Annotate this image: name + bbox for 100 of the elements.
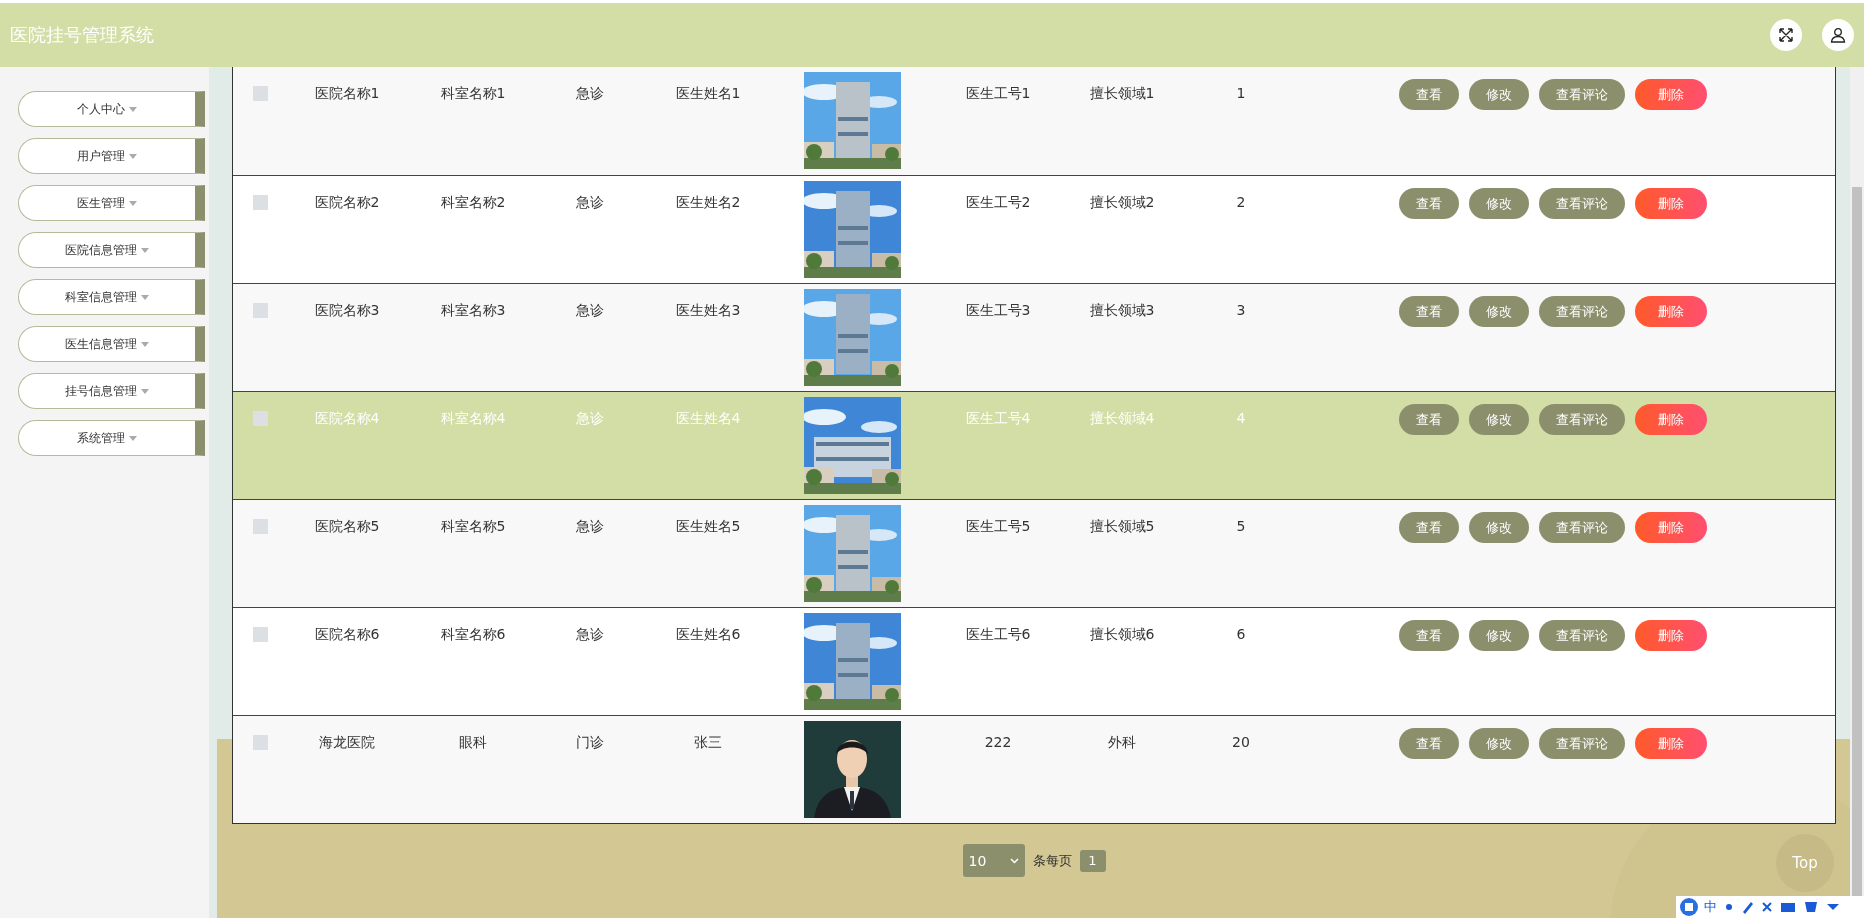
caret-icon: [129, 106, 137, 112]
table-cell: 222: [984, 734, 1012, 750]
delete-button[interactable]: 删除: [1635, 188, 1707, 219]
table-cell: 急诊: [576, 410, 604, 426]
table-cell: 医生工号6: [965, 626, 1031, 642]
action-button[interactable]: 查看: [1399, 728, 1459, 759]
menu-item[interactable]: 科室信息管理: [18, 279, 205, 315]
action-button[interactable]: 查看评论: [1539, 404, 1625, 435]
table-cell: 擅长领域4: [1089, 410, 1155, 426]
row-checkbox[interactable]: [253, 195, 268, 210]
table-cell: 医生工号1: [965, 85, 1031, 101]
user-button[interactable]: [1822, 19, 1854, 51]
delete-button[interactable]: 删除: [1635, 620, 1707, 651]
menu-item[interactable]: 挂号信息管理: [18, 373, 205, 409]
user-icon: [1830, 27, 1846, 43]
menu-item[interactable]: 医院信息管理: [18, 232, 205, 268]
delete-button[interactable]: 删除: [1635, 79, 1707, 110]
table-cell: 3: [1236, 302, 1246, 318]
table-cell: 科室名称2: [440, 194, 506, 210]
table-cell: 医生姓名2: [675, 194, 741, 210]
table-cell: 医生姓名3: [675, 302, 741, 318]
ime-mode[interactable]: 中: [1704, 898, 1717, 916]
scrollbar[interactable]: [1850, 67, 1864, 896]
row-checkbox[interactable]: [253, 735, 268, 750]
action-button[interactable]: 修改: [1469, 512, 1529, 543]
table-row[interactable]: 医院名称5 科室名称5 急诊 医生姓名5 医生工号5 擅长领域5 5 查看 修改 查看评论 删除: [233, 499, 1835, 607]
menu-item[interactable]: 医生管理: [18, 185, 205, 221]
action-button[interactable]: 查看评论: [1539, 79, 1625, 110]
delete-button[interactable]: 删除: [1635, 404, 1707, 435]
page-number[interactable]: 1: [1079, 849, 1106, 872]
table-cell: 门诊: [576, 734, 604, 750]
table-cell: 海龙医院: [319, 734, 375, 750]
table-cell: 科室名称6: [440, 626, 506, 642]
table-row[interactable]: 医院名称1 科室名称1 急诊 医生姓名1 医生工号1 擅长领域1 1 查看 修改 查看评论 删除: [233, 67, 1835, 175]
action-button[interactable]: 查看评论: [1539, 620, 1625, 651]
table-cell: 擅长领域6: [1089, 626, 1155, 642]
action-button[interactable]: 修改: [1469, 620, 1529, 651]
action-button[interactable]: 查看: [1399, 79, 1459, 110]
table-cell: 医生姓名6: [675, 626, 741, 642]
action-button[interactable]: 查看评论: [1539, 512, 1625, 543]
table-cell: 急诊: [576, 85, 604, 101]
table-cell: 擅长领域5: [1089, 518, 1155, 534]
table-cell: 6: [1236, 626, 1246, 642]
table-cell: 医院名称3: [314, 302, 380, 318]
table-cell: 科室名称3: [440, 302, 506, 318]
action-button[interactable]: 查看评论: [1539, 296, 1625, 327]
action-button[interactable]: 查看评论: [1539, 188, 1625, 219]
table-cell: 医院名称4: [314, 410, 380, 426]
table-row[interactable]: 医院名称3 科室名称3 急诊 医生姓名3 医生工号3 擅长领域3 3 查看 修改 查看评论 删除: [233, 283, 1835, 391]
row-checkbox[interactable]: [253, 411, 268, 426]
table-cell: 医生姓名5: [675, 518, 741, 534]
action-button[interactable]: 修改: [1469, 188, 1529, 219]
page-size-label: 条每页: [1032, 851, 1072, 870]
action-button[interactable]: 查看: [1399, 620, 1459, 651]
action-button[interactable]: 修改: [1469, 296, 1529, 327]
table-cell: 擅长领域3: [1089, 302, 1155, 318]
table-row[interactable]: 海龙医院 眼科 门诊 张三 222 外科 20 查看 修改 查看评论 删除: [233, 715, 1835, 823]
table-row[interactable]: 医院名称2 科室名称2 急诊 医生姓名2 医生工号2 擅长领域2 2 查看 修改 查看评论 删除: [233, 175, 1835, 283]
delete-button[interactable]: 删除: [1635, 728, 1707, 759]
table-cell: 外科: [1108, 734, 1136, 750]
row-checkbox[interactable]: [253, 303, 268, 318]
table-cell: 医生工号3: [965, 302, 1031, 318]
table-cell: 科室名称4: [440, 410, 506, 426]
table-cell: 2: [1236, 194, 1246, 210]
action-button[interactable]: 查看: [1399, 404, 1459, 435]
action-button[interactable]: 查看: [1399, 512, 1459, 543]
table-cell: 医生工号2: [965, 194, 1031, 210]
chevron-icon: [1009, 857, 1019, 864]
action-button[interactable]: 修改: [1469, 79, 1529, 110]
action-button[interactable]: 查看评论: [1539, 728, 1625, 759]
table-cell: 医院名称1: [314, 85, 380, 101]
table-row[interactable]: 医院名称4 科室名称4 急诊 医生姓名4 医生工号4 擅长领域4 4 查看 修改 查看评论 删除: [233, 391, 1835, 499]
action-button[interactable]: 修改: [1469, 404, 1529, 435]
menu-item[interactable]: 用户管理: [18, 138, 205, 174]
row-checkbox[interactable]: [253, 627, 268, 642]
table-cell: 医院名称5: [314, 518, 380, 534]
row-checkbox[interactable]: [253, 86, 268, 101]
delete-button[interactable]: 删除: [1635, 512, 1707, 543]
table-cell: 1: [1236, 85, 1246, 101]
row-checkbox[interactable]: [253, 519, 268, 534]
action-button[interactable]: 修改: [1469, 728, 1529, 759]
table-cell: 医生工号4: [965, 410, 1031, 426]
menu-item[interactable]: 个人中心: [18, 91, 205, 127]
menu-item[interactable]: 系统管理: [18, 420, 205, 456]
table-cell: 医生姓名1: [675, 85, 741, 101]
table-row[interactable]: 医院名称6 科室名称6 急诊 医生姓名6 医生工号6 擅长领域6 6 查看 修改 查看评论 删除: [233, 607, 1835, 715]
table-cell: 5: [1236, 518, 1246, 534]
table-cell: 医生姓名4: [675, 410, 741, 426]
table-cell: 医院名称6: [314, 626, 380, 642]
menu-item[interactable]: 医生信息管理: [18, 326, 205, 362]
table-cell: 科室名称5: [440, 518, 506, 534]
app-title: 医院挂号管理系统: [10, 23, 155, 47]
delete-button[interactable]: 删除: [1635, 296, 1707, 327]
fullscreen-button[interactable]: [1770, 19, 1802, 51]
table-cell: 急诊: [576, 626, 604, 642]
page-size-select[interactable]: 10: [962, 844, 1025, 877]
action-button[interactable]: 查看: [1399, 296, 1459, 327]
table-cell: 急诊: [576, 194, 604, 210]
action-button[interactable]: 查看: [1399, 188, 1459, 219]
caret-icon: [129, 435, 137, 441]
